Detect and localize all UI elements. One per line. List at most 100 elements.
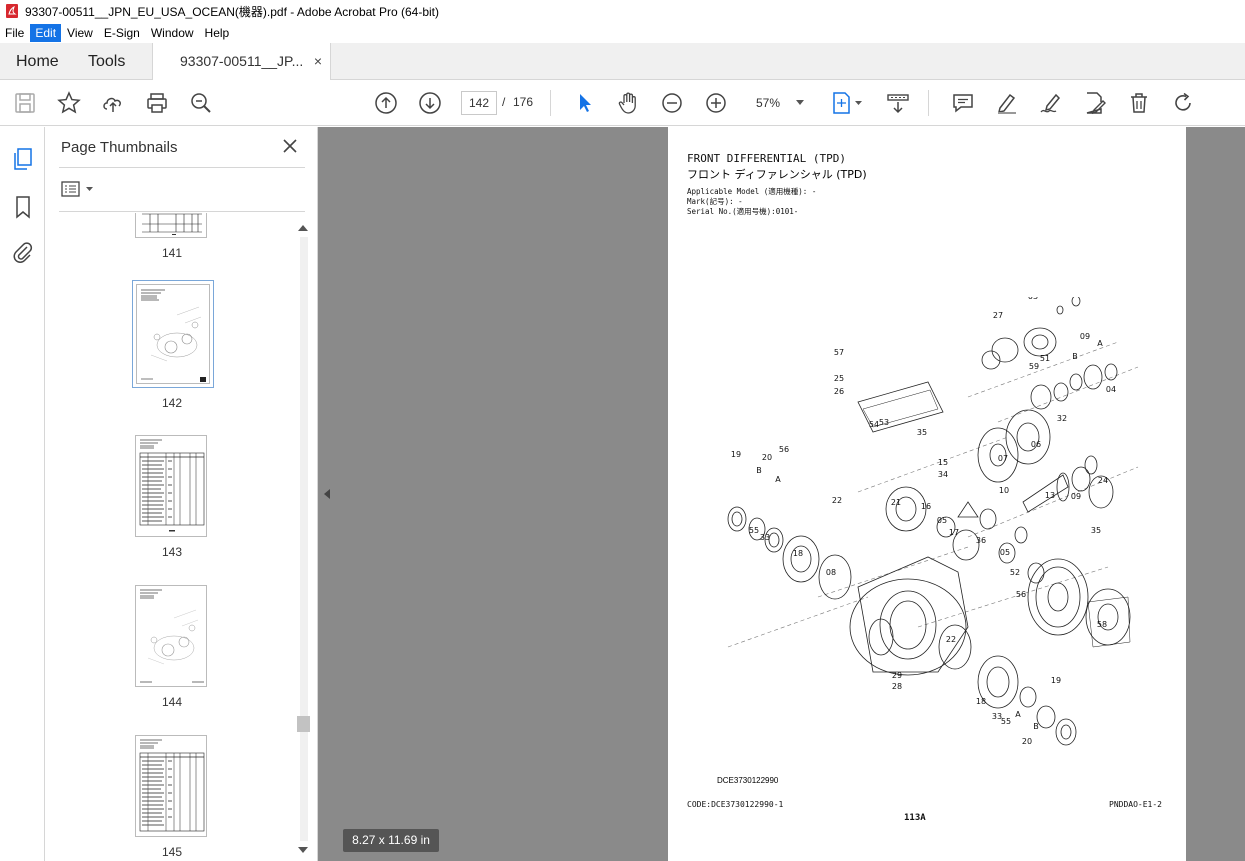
part-label: A [1097,339,1103,348]
menu-esign[interactable]: E-Sign [99,24,145,42]
tab-close-icon[interactable]: × [314,43,322,80]
thumbnail-list: 141 142 143 144 145 [59,213,295,858]
panel-divider [59,167,305,168]
menu-bar: File Edit View E-Sign Window Help [0,22,1245,43]
part-label: 26 [834,387,844,396]
part-label: 09 [1071,492,1081,501]
part-label: 20 [762,453,772,462]
select-cursor-icon[interactable] [573,91,597,115]
bookmark-star-icon[interactable] [57,91,81,115]
part-label: 28 [892,682,902,691]
part-label: 52 [1010,568,1020,577]
thumbnail-preview [139,439,205,532]
part-label: 22 [832,496,842,505]
part-label: 18 [976,697,986,706]
thumbnail-page-144[interactable] [135,585,207,687]
zoom-out-icon[interactable] [660,91,684,115]
thumbnail-label: 145 [161,845,183,858]
previous-page-icon[interactable] [374,91,398,115]
fit-page-icon[interactable] [831,91,865,115]
page-total: 176 [513,95,534,109]
collapse-panel-arrow-icon[interactable] [324,489,330,499]
draw-signature-icon[interactable] [1039,91,1063,115]
thumbnail-page-143[interactable] [135,435,207,537]
part-label: 19 [731,450,741,459]
comment-icon[interactable] [951,91,975,115]
thumbnail-label: 143 [161,545,183,559]
thumbnail-page-145[interactable] [135,735,207,837]
part-label: B [1072,352,1078,361]
options-list-icon [61,181,93,197]
left-navigation-rail [0,127,45,861]
thumbnail-scrollbar[interactable] [296,221,312,857]
part-label: 19 [1051,676,1061,685]
part-label: 05 [1000,548,1010,557]
redo-rotate-icon[interactable] [1171,91,1195,115]
part-label: B [756,466,762,475]
upload-cloud-icon[interactable] [101,91,125,115]
part-label: 22 [946,635,956,644]
chevron-down-icon [796,100,804,105]
part-label: 18 [793,549,803,558]
part-label: 51 [1040,354,1050,363]
page-thumbnails-icon[interactable] [11,147,35,171]
part-label: 25 [834,374,844,383]
edit-pdf-icon[interactable] [1083,91,1107,115]
page-title-japanese: フロント ディファレンシャル (TPD) [687,168,867,181]
part-label: 56 [1016,590,1026,599]
next-page-icon[interactable] [418,91,442,115]
zoom-in-icon[interactable] [704,91,728,115]
part-label: 57 [834,348,844,357]
tab-home[interactable]: Home [16,43,59,80]
part-label: 29 [892,671,902,680]
thumbnail-label: 144 [161,695,183,709]
panel-divider [59,211,305,212]
attachments-paperclip-icon[interactable] [11,240,35,264]
thumbnail-options-menu[interactable] [61,179,101,199]
part-label: 33 [760,533,770,542]
panel-title: Page Thumbnails [61,139,178,156]
scroll-down-arrow-icon[interactable] [298,847,308,853]
hand-tool-icon[interactable] [616,91,640,115]
tab-document-label: 93307-00511__JP... [180,53,304,69]
toolbar-separator [550,90,551,116]
thumbnail-page-142-selected[interactable] [132,280,214,388]
exploded-parts-diagram: 01 02 03 27 09 A B 04 57 25 26 59 51 32 … [727,297,1139,746]
footer-reference: PNDDAO-E1-2 [1109,800,1162,809]
page-number-input[interactable]: 142 [461,91,497,115]
menu-file[interactable]: File [0,24,29,42]
thumbnail-page-141[interactable] [135,213,207,238]
page-separator: / [502,95,506,109]
zoom-level-dropdown[interactable]: 57% [746,91,810,115]
part-label: 17 [949,528,959,537]
scrollbar-thumb[interactable] [297,716,310,732]
part-label: 13 [1045,491,1055,500]
part-label: 27 [993,311,1003,320]
part-label: 08 [826,568,836,577]
bookmarks-icon[interactable] [11,195,35,219]
menu-view[interactable]: View [62,24,98,42]
part-label: 55 [749,526,759,535]
document-canvas[interactable]: FRONT DIFFERENTIAL (TPD) フロント ディファレンシャル … [318,127,1245,861]
toolbar-separator [928,90,929,116]
thumbnail-preview [142,213,202,235]
menu-help[interactable]: Help [200,24,235,42]
part-label-group: 01 02 03 27 09 A B 04 57 25 26 59 51 32 … [731,297,1116,746]
tab-tools[interactable]: Tools [88,43,125,80]
delete-trash-icon[interactable] [1127,91,1151,115]
highlight-pen-icon[interactable] [995,91,1019,115]
scroll-up-arrow-icon[interactable] [298,225,308,231]
thumbnail-preview [141,289,206,382]
save-icon[interactable] [13,91,37,115]
zoom-search-icon[interactable] [189,91,213,115]
thumbnail-preview [139,739,205,832]
part-label: 58 [1097,620,1107,629]
print-icon[interactable] [145,91,169,115]
menu-window[interactable]: Window [146,24,199,42]
tab-document[interactable]: 93307-00511__JP... × [152,43,331,81]
scroll-mode-icon[interactable] [886,91,910,115]
scrollbar-track[interactable] [300,237,308,841]
close-panel-icon[interactable] [281,137,299,155]
part-label: 05 [937,516,947,525]
menu-edit[interactable]: Edit [30,23,62,42]
